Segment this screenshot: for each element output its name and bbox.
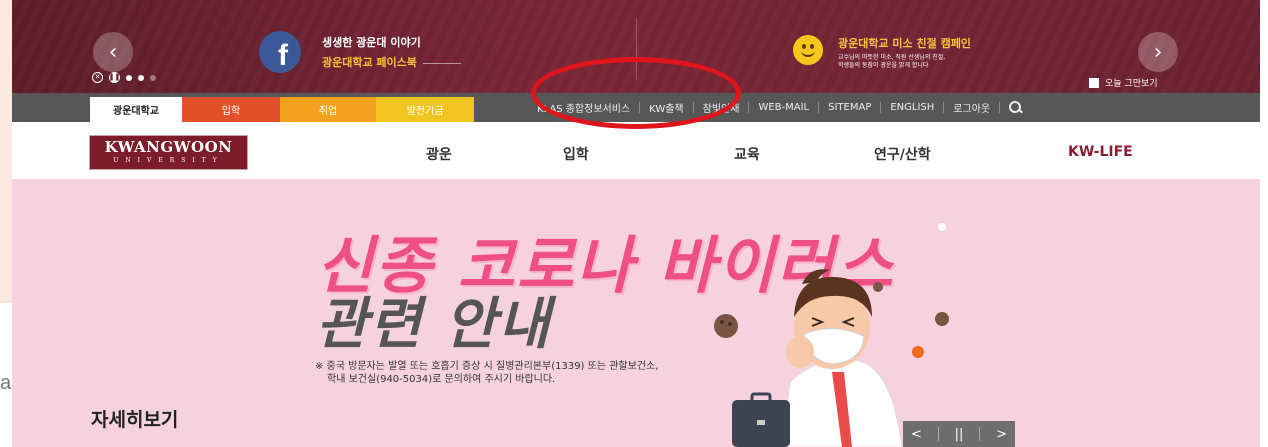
- logo-sub: UNIVERSITY: [113, 157, 224, 164]
- campaign-desc: 교수님의 따뜻한 미소, 직원 선생님의 친절, 학생들의 동참이 광운을 밝게…: [838, 54, 988, 70]
- hero-controls: < || >: [903, 421, 1015, 447]
- next-slide-button[interactable]: ›: [1138, 32, 1178, 72]
- nav-kwangwoon[interactable]: 광운: [426, 144, 452, 164]
- prev-slide-button[interactable]: ‹: [93, 32, 133, 72]
- pause-banner-icon[interactable]: ❚❚: [109, 72, 120, 83]
- hero-title-line2: 관련 안내: [316, 292, 552, 357]
- tab-admission[interactable]: 입학: [182, 97, 280, 122]
- hero-notice: ※ 중국 방문자는 발열 또는 호흡기 증상 시 질병관리본부(1339) 또는…: [315, 360, 658, 386]
- sparkle-icon: [938, 223, 946, 231]
- link-logout[interactable]: 로그아웃: [953, 100, 990, 115]
- today-hide-toggle[interactable]: 오늘 그만보기: [1089, 76, 1158, 89]
- stray-text: a: [0, 372, 12, 394]
- tab-development-fund[interactable]: 발전기금: [376, 97, 474, 122]
- tab-jobs[interactable]: 취업: [280, 97, 376, 122]
- facebook-icon[interactable]: f: [259, 31, 301, 73]
- hero-banner: 신종 코로나 바이러스 관련 안내 ※ 중국 방문자는 발열 또는 호흡기 증상…: [12, 179, 1260, 447]
- campaign-promo[interactable]: 광운대학교 미소 친절 캠페인 교수님의 따뜻한 미소, 직원 선생님의 친절,…: [838, 35, 988, 70]
- main-nav: KWANGWOON UNIVERSITY 광운 입학 교육 연구/산학 KW-L…: [12, 122, 1260, 179]
- campaign-desc-line1: 교수님의 따뜻한 미소, 직원 선생님의 친절,: [838, 54, 946, 61]
- today-hide-checkbox[interactable]: [1089, 77, 1099, 88]
- banner-dot[interactable]: [138, 74, 144, 81]
- close-banner-icon[interactable]: ✕: [92, 72, 103, 83]
- campaign-title: 광운대학교 미소 친절 캠페인: [838, 37, 971, 50]
- banner-controls: ✕ ❚❚: [92, 72, 156, 83]
- facebook-glyph: f: [278, 39, 288, 72]
- virus-icon: [873, 282, 883, 292]
- nav-research[interactable]: 연구/산학: [874, 144, 931, 164]
- nav-education[interactable]: 교육: [734, 144, 760, 164]
- illustration-svg: [714, 223, 949, 447]
- virus-icon: [912, 346, 924, 358]
- virus-icon: [935, 312, 949, 326]
- university-homepage: ‹ ✕ ❚❚ f 생생한 광운대 이야기 광운대학교 페이스북 광운대학교 미소…: [12, 0, 1260, 447]
- annotation-ellipse: [531, 57, 741, 129]
- hero-notice-line1: ※ 중국 방문자는 발열 또는 호흡기 증상 시 질병관리본부(1339) 또는…: [315, 361, 659, 372]
- logo-name: KWANGWOON: [104, 138, 233, 156]
- banner-dot[interactable]: [126, 74, 132, 81]
- banner-dot[interactable]: [150, 74, 156, 81]
- hero-notice-line2: 학내 보건실(940-5034)로 문의하여 주시기 바랍니다.: [327, 374, 556, 385]
- facebook-promo[interactable]: 생생한 광운대 이야기 광운대학교 페이스북: [322, 34, 461, 70]
- promo-divider: [422, 62, 461, 64]
- university-logo[interactable]: KWANGWOON UNIVERSITY: [89, 135, 248, 170]
- sick-man-illustration: [712, 222, 972, 447]
- nav-kw-life[interactable]: KW-LIFE: [1068, 144, 1133, 160]
- hero-next-icon[interactable]: >: [996, 427, 1007, 442]
- more-details-link[interactable]: 자세히보기: [91, 405, 178, 432]
- hero-pause-icon[interactable]: ||: [955, 427, 964, 442]
- link-english[interactable]: ENGLISH: [890, 102, 934, 113]
- facebook-promo-line1: 생생한 광운대 이야기: [322, 36, 421, 49]
- facebook-promo-line2-wrap: 광운대학교 페이스북: [322, 54, 461, 70]
- facebook-promo-line2: 광운대학교 페이스북: [322, 56, 417, 69]
- hero-prev-icon[interactable]: <: [911, 427, 922, 442]
- tab-university[interactable]: 광운대학교: [90, 97, 182, 122]
- link-sitemap[interactable]: SITEMAP: [828, 102, 871, 113]
- today-hide-label: 오늘 그만보기: [1105, 79, 1158, 89]
- campaign-desc-line2: 학생들의 동참이 광운을 밝게 합니다: [838, 62, 929, 69]
- link-webmail[interactable]: WEB-MAIL: [758, 102, 809, 113]
- nav-admission[interactable]: 입학: [563, 144, 589, 164]
- smile-icon: [793, 35, 823, 65]
- virus-icon: [714, 314, 738, 338]
- search-icon[interactable]: [1009, 100, 1023, 115]
